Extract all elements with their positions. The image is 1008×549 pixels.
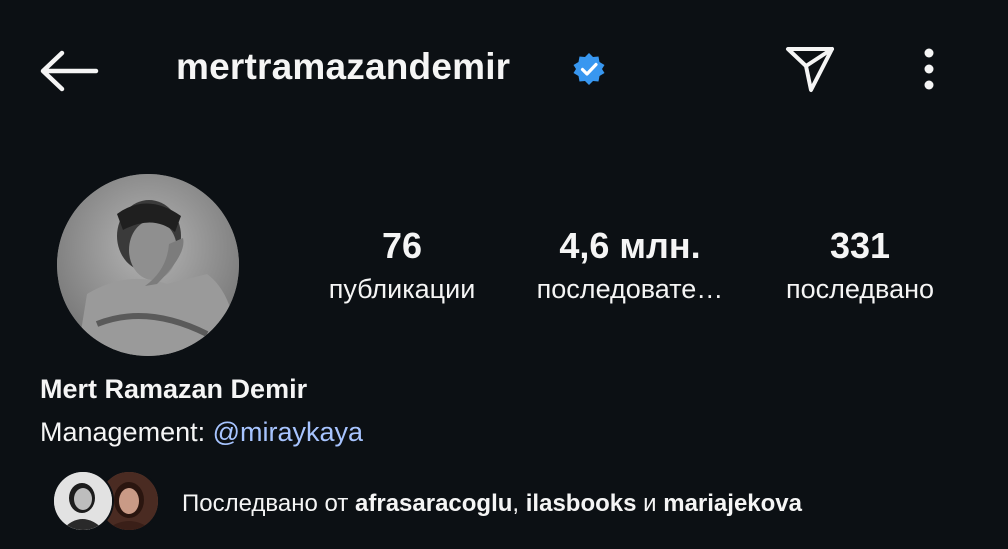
paper-plane-icon bbox=[786, 47, 834, 92]
stat-label: последвано bbox=[785, 274, 935, 304]
mutual-followers-avatars[interactable] bbox=[52, 470, 162, 532]
separator: , bbox=[512, 490, 526, 517]
followed-by-text[interactable]: Последвано от afrasaracoglu, ilasbooks и… bbox=[182, 490, 802, 518]
stat-following[interactable]: 331 последвано bbox=[760, 224, 960, 305]
top-bar: mertramazandemir bbox=[0, 0, 1008, 140]
profile-username: mertramazandemir bbox=[176, 46, 511, 87]
stat-value: 76 bbox=[381, 225, 423, 266]
profile-avatar[interactable] bbox=[57, 174, 239, 356]
profile-photo bbox=[57, 174, 239, 356]
followed-by-user: ilasbooks bbox=[525, 490, 637, 517]
separator: и bbox=[636, 490, 664, 517]
more-options-button[interactable] bbox=[914, 46, 944, 94]
more-vertical-icon bbox=[924, 48, 934, 90]
stat-value: 331 bbox=[829, 225, 891, 266]
arrow-left-icon bbox=[40, 50, 99, 92]
verified-badge-icon bbox=[572, 52, 606, 86]
followed-by-user: afrasaracoglu bbox=[355, 490, 513, 517]
followed-by-user: mariajekova bbox=[663, 490, 802, 517]
profile-full-name: Mert Ramazan Demir bbox=[40, 374, 308, 404]
stat-label: публикации bbox=[328, 274, 476, 304]
profile-bio: Management: @miraykaya bbox=[40, 417, 363, 448]
followed-by-prefix: Последвано от bbox=[182, 490, 356, 517]
mutual-avatar bbox=[52, 470, 114, 532]
stat-value: 4,6 млн. bbox=[559, 225, 701, 266]
bio-mention-link[interactable]: @miraykaya bbox=[213, 417, 363, 447]
stat-followers[interactable]: 4,6 млн. последовате… bbox=[530, 224, 730, 305]
direct-message-button[interactable] bbox=[784, 44, 836, 94]
stat-label: последовате… bbox=[536, 274, 724, 304]
stat-posts[interactable]: 76 публикации bbox=[302, 224, 502, 305]
bio-text: Management: bbox=[40, 417, 213, 447]
back-button[interactable] bbox=[38, 50, 100, 92]
